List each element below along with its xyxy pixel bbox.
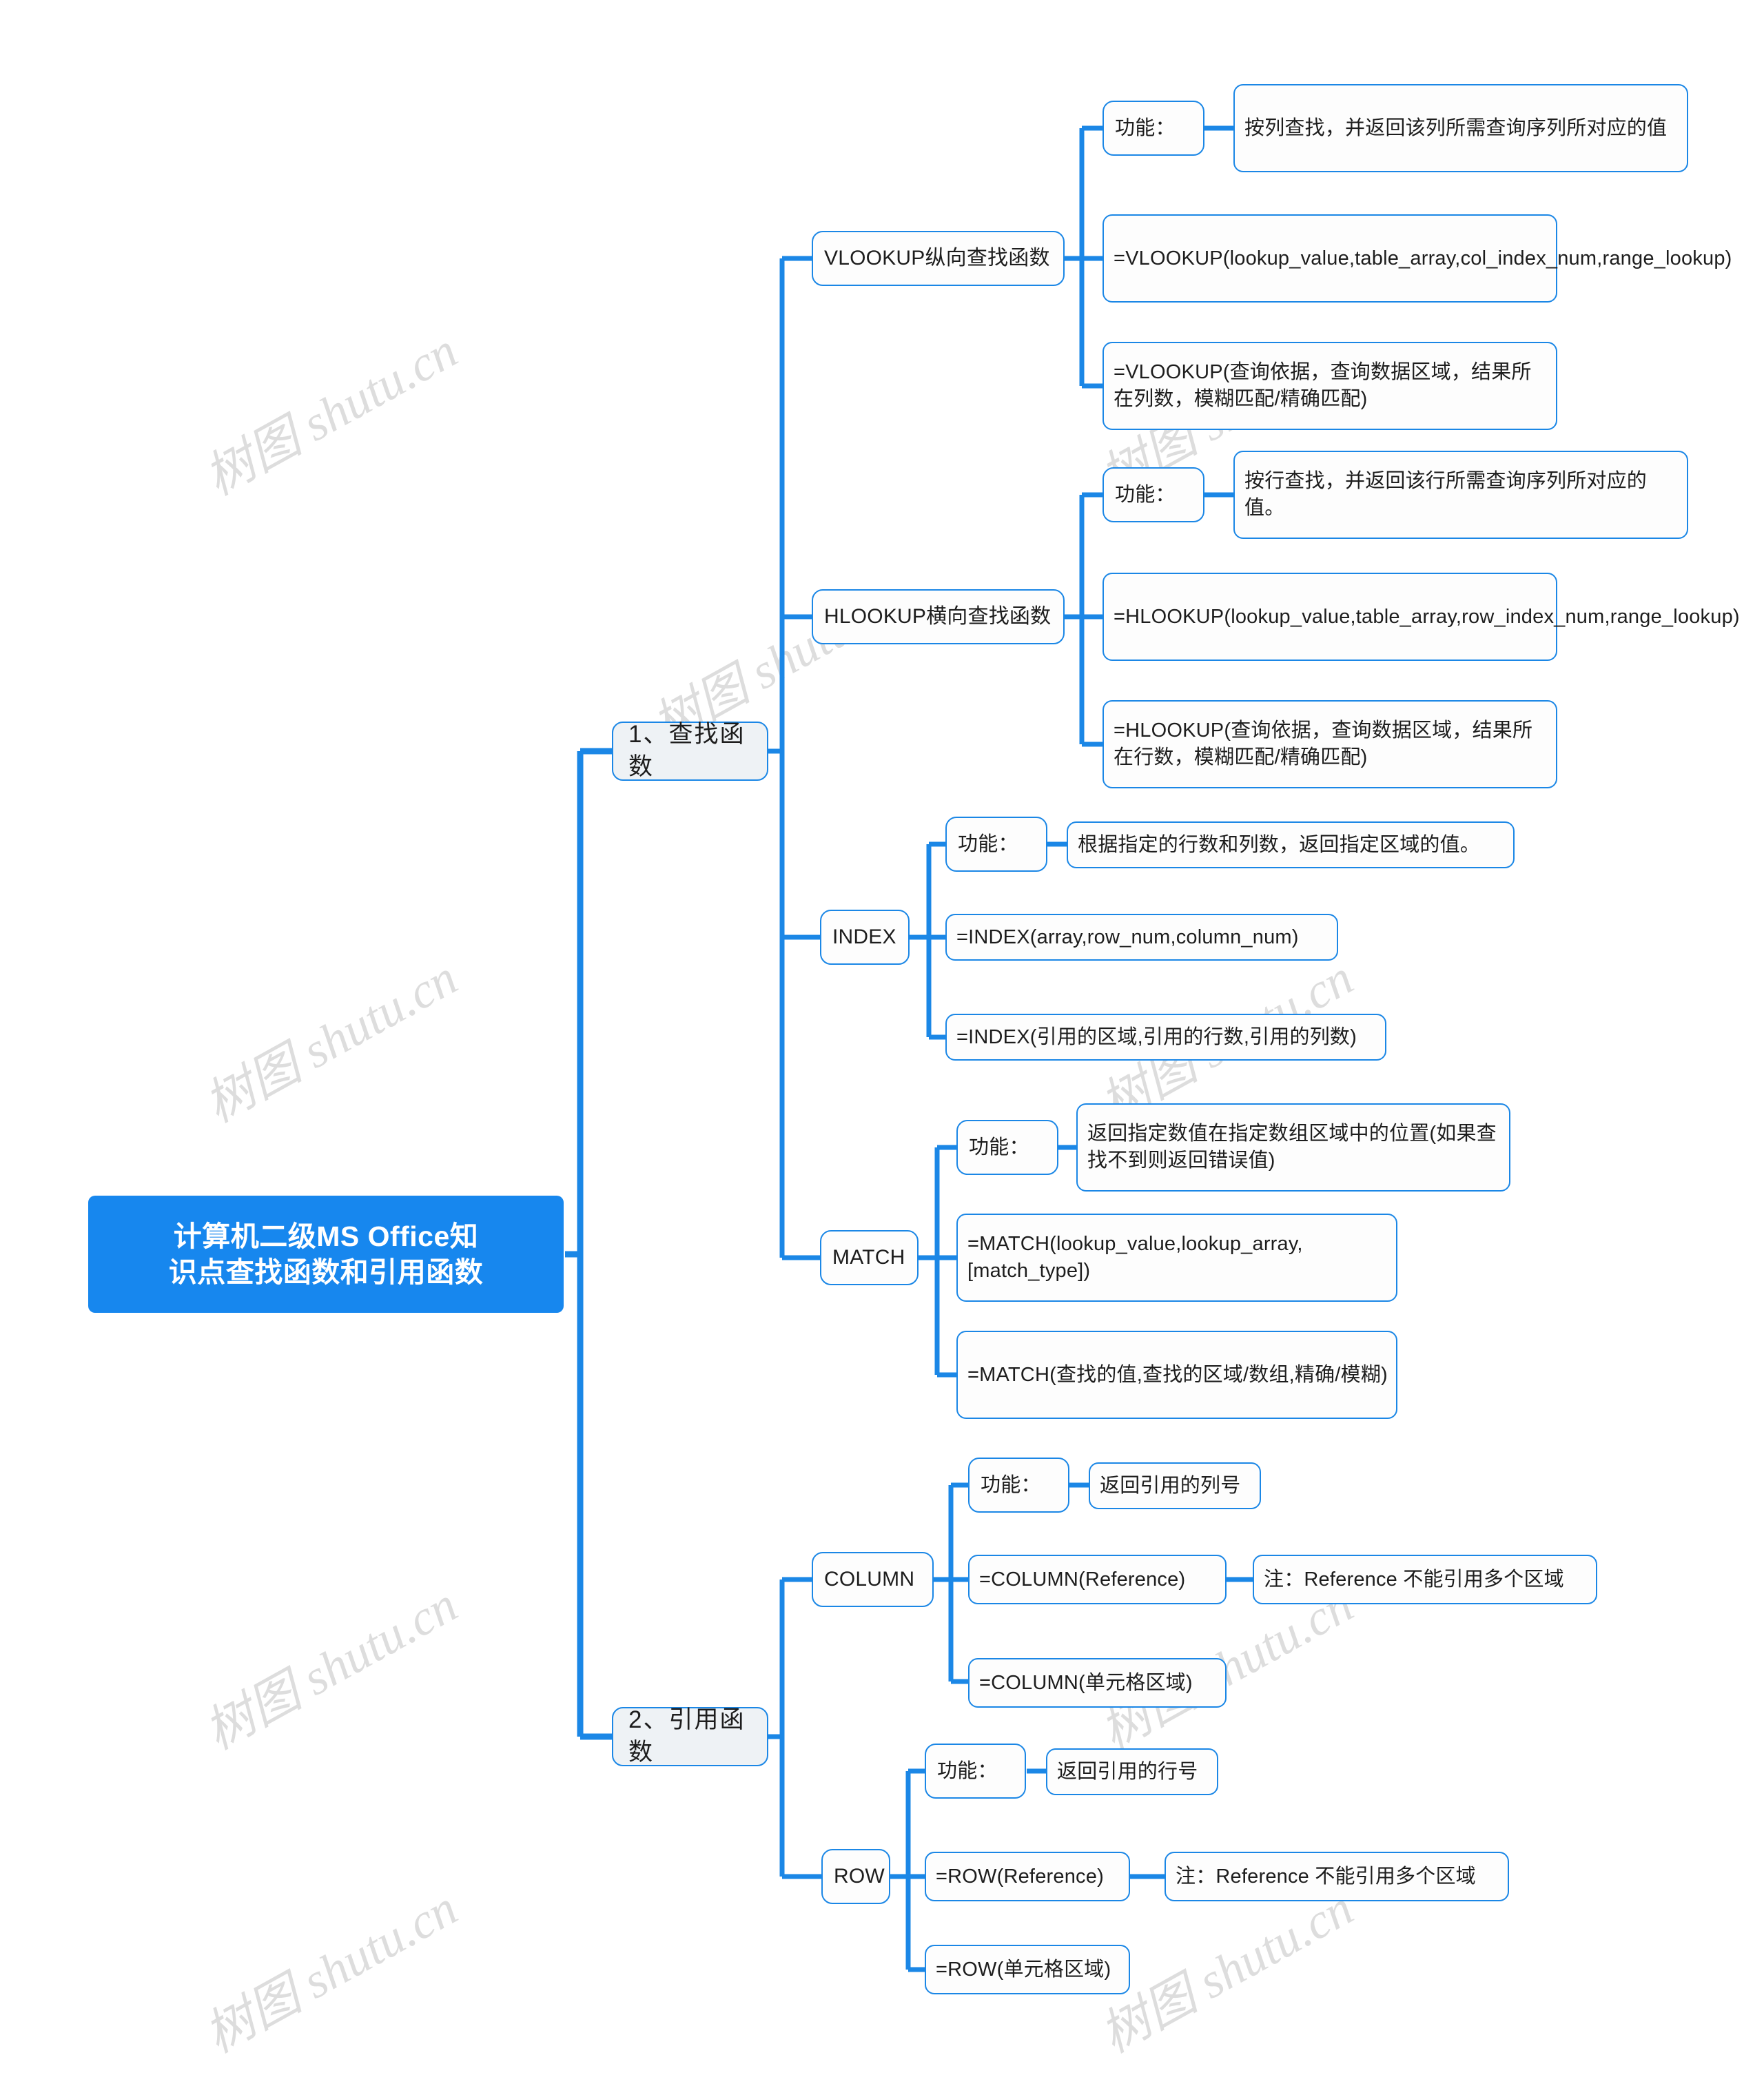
node-label: VLOOKUP纵向查找函数 [824, 246, 1050, 269]
node-label: 功能： [958, 832, 1018, 855]
node-match-syntax-en[interactable]: =MATCH(lookup_value,lookup_array,[match_… [956, 1214, 1397, 1302]
node-label: COLUMN [824, 1567, 915, 1591]
node-label: HLOOKUP横向查找函数 [824, 604, 1052, 628]
node-index-gongneng-desc[interactable]: 根据指定的行数和列数，返回指定区域的值。 [1067, 821, 1515, 868]
node-hlookup[interactable]: HLOOKUP横向查找函数 [812, 589, 1065, 644]
node-label: INDEX [832, 925, 896, 948]
node-label: 按列查找，并返回该列所需查询序列所对应的值 [1244, 116, 1668, 139]
watermark: 树图 shutu.cn [196, 323, 466, 507]
watermark: 树图 shutu.cn [196, 1880, 466, 2064]
node-row[interactable]: ROW [821, 1849, 890, 1904]
node-label: =MATCH(lookup_value,lookup_array,[match_… [967, 1233, 1303, 1282]
node-hlookup-gongneng[interactable]: 功能： [1102, 467, 1204, 522]
mindmap-canvas: 树图 shutu.cn 树图 shutu.cn 树图 shutu.cn 树图 s… [0, 0, 1764, 2075]
node-label: =HLOOKUP(lookup_value,table_array,row_in… [1114, 605, 1740, 628]
node-label: =INDEX(array,row_num,column_num) [956, 926, 1299, 948]
branch-node-lookup-functions[interactable]: 1、查找函数 [612, 721, 768, 781]
node-column-syntax-cn[interactable]: =COLUMN(单元格区域) [968, 1658, 1227, 1708]
root-node-label: 计算机二级MS Office知 识点查找函数和引用函数 [168, 1220, 484, 1288]
node-label: =ROW(Reference) [936, 1865, 1104, 1888]
node-label: =MATCH(查找的值,查找的区域/数组,精确/模糊) [967, 1363, 1388, 1386]
node-hlookup-syntax-cn[interactable]: =HLOOKUP(查询依据，查询数据区域，结果所在行数，模糊匹配/精确匹配) [1102, 700, 1557, 788]
node-row-syntax-cn[interactable]: =ROW(单元格区域) [925, 1945, 1130, 1994]
root-node[interactable]: 计算机二级MS Office知 识点查找函数和引用函数 [88, 1196, 564, 1313]
node-label: =VLOOKUP(lookup_value,table_array,col_in… [1114, 247, 1732, 269]
node-column-note[interactable]: 注：Reference 不能引用多个区域 [1253, 1555, 1597, 1604]
node-column-syntax-en[interactable]: =COLUMN(Reference) [968, 1555, 1227, 1604]
node-vlookup[interactable]: VLOOKUP纵向查找函数 [812, 231, 1065, 286]
watermark: 树图 shutu.cn [196, 1577, 466, 1761]
node-label: 功能： [1115, 116, 1176, 139]
node-column-gongneng[interactable]: 功能： [968, 1458, 1069, 1513]
node-vlookup-gongneng[interactable]: 功能： [1102, 101, 1204, 156]
node-match-gongneng-desc[interactable]: 返回指定数值在指定数组区域中的位置(如果查找不到则返回错误值) [1076, 1103, 1510, 1192]
node-label: 根据指定的行数和列数，返回指定区域的值。 [1078, 833, 1481, 856]
node-label: 功能： [1115, 483, 1176, 506]
branch-label: 1、查找函数 [628, 721, 746, 780]
node-index-gongneng[interactable]: 功能： [945, 817, 1047, 872]
node-label: ROW [834, 1864, 885, 1888]
branch-label: 2、引用函数 [628, 1706, 746, 1766]
node-label: 返回引用的行号 [1057, 1760, 1198, 1783]
node-label: 功能： [969, 1136, 1029, 1158]
node-label: 返回引用的列号 [1100, 1474, 1241, 1497]
node-vlookup-gongneng-desc[interactable]: 按列查找，并返回该列所需查询序列所对应的值 [1233, 84, 1688, 172]
node-hlookup-syntax-en[interactable]: =HLOOKUP(lookup_value,table_array,row_in… [1102, 573, 1740, 661]
node-index[interactable]: INDEX [820, 910, 910, 965]
node-label: MATCH [832, 1245, 905, 1269]
node-index-syntax-cn[interactable]: =INDEX(引用的区域,引用的行数,引用的列数) [945, 1014, 1386, 1061]
node-label: 按行查找，并返回该行所需查询序列所对应的值。 [1244, 470, 1648, 519]
node-index-syntax-en[interactable]: =INDEX(array,row_num,column_num) [945, 914, 1338, 961]
node-label: 功能： [937, 1759, 998, 1782]
node-match-gongneng[interactable]: 功能： [956, 1120, 1058, 1175]
node-row-note[interactable]: 注：Reference 不能引用多个区域 [1165, 1852, 1509, 1901]
branch-node-reference-functions[interactable]: 2、引用函数 [612, 1706, 768, 1766]
node-match[interactable]: MATCH [820, 1230, 919, 1285]
node-label: =COLUMN(单元格区域) [979, 1671, 1193, 1694]
watermark-layer: 树图 shutu.cn 树图 shutu.cn 树图 shutu.cn 树图 s… [0, 0, 1764, 2075]
node-label: =INDEX(引用的区域,引用的行数,引用的列数) [956, 1025, 1357, 1048]
node-label: =ROW(单元格区域) [936, 1958, 1111, 1981]
node-hlookup-gongneng-desc[interactable]: 按行查找，并返回该行所需查询序列所对应的值。 [1233, 451, 1688, 539]
watermark: 树图 shutu.cn [196, 950, 466, 1134]
node-label: =VLOOKUP(查询依据，查询数据区域，结果所在列数，模糊匹配/精确匹配) [1114, 361, 1532, 410]
node-label: 注：Reference 不能引用多个区域 [1176, 1865, 1476, 1888]
node-label: =HLOOKUP(查询依据，查询数据区域，结果所在行数，模糊匹配/精确匹配) [1114, 719, 1533, 768]
node-label: 注：Reference 不能引用多个区域 [1264, 1568, 1564, 1591]
node-row-gongneng-desc[interactable]: 返回引用的行号 [1046, 1748, 1218, 1795]
node-label: =COLUMN(Reference) [979, 1568, 1186, 1591]
node-vlookup-syntax-en[interactable]: =VLOOKUP(lookup_value,table_array,col_in… [1102, 214, 1732, 303]
connector-layer [565, 125, 1253, 1972]
node-match-syntax-cn[interactable]: =MATCH(查找的值,查找的区域/数组,精确/模糊) [956, 1331, 1397, 1419]
node-row-syntax-en[interactable]: =ROW(Reference) [925, 1852, 1130, 1901]
node-column-gongneng-desc[interactable]: 返回引用的列号 [1089, 1462, 1261, 1509]
node-vlookup-syntax-cn[interactable]: =VLOOKUP(查询依据，查询数据区域，结果所在列数，模糊匹配/精确匹配) [1102, 342, 1557, 430]
node-column[interactable]: COLUMN [812, 1552, 934, 1607]
node-label: 返回指定数值在指定数组区域中的位置(如果查找不到则返回错误值) [1087, 1123, 1497, 1172]
node-label: 功能： [981, 1473, 1041, 1496]
node-row-gongneng[interactable]: 功能： [925, 1744, 1026, 1799]
